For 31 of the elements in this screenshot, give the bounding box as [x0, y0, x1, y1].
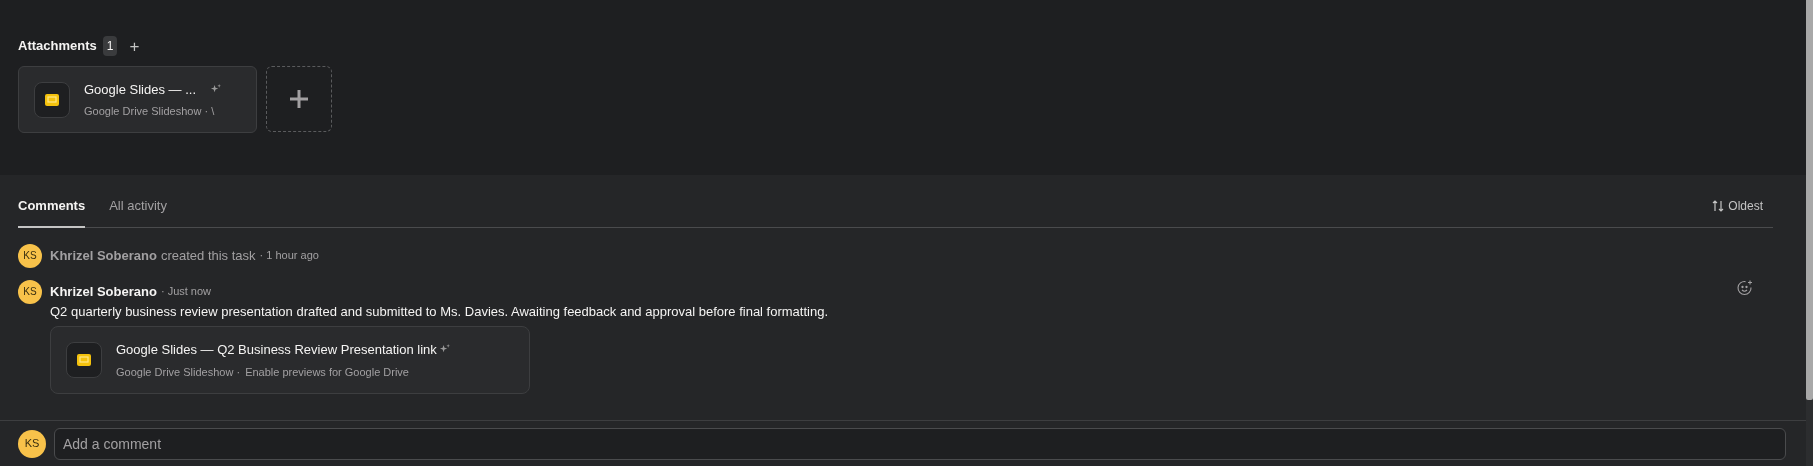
tab[interactable]: All activity	[109, 196, 167, 228]
event-text: created this task	[160, 246, 256, 265]
timestamp: · Just now	[160, 284, 212, 300]
enable-previews-link[interactable]: Enable previews for Google Drive	[245, 363, 409, 380]
avatar: KS	[18, 243, 42, 268]
attachment-title: Google Slides — Q2 Business Review Presentation link	[116, 341, 437, 359]
attachment-subtitle: Google Drive Slideshow ·	[116, 364, 241, 380]
sparkle-icon	[210, 83, 221, 95]
comment-text: Q2 quarterly business review presentation drafted and submitted to Ms. Davies. Awaiting feedback and approval before final formatting.	[50, 302, 830, 321]
avatar: KS	[18, 429, 46, 458]
count-badge: 1	[102, 36, 118, 56]
section-title: Attachments	[18, 37, 97, 56]
slides-icon	[34, 81, 70, 118]
attachment-subtitle: Google Drive Slideshow · \	[84, 104, 216, 119]
add-attachment-tile[interactable]	[266, 66, 332, 132]
add-attachment-button[interactable]: +	[129, 37, 140, 55]
slides-icon	[66, 342, 102, 378]
author-name[interactable]: Khrizel Soberano	[50, 245, 157, 266]
sort-icon	[1712, 199, 1725, 212]
attachment-card[interactable]: Google Slides — ... Google Drive Slideshow · \	[18, 66, 257, 133]
avatar: KS	[18, 279, 42, 304]
add-reaction-icon[interactable]	[1737, 279, 1753, 296]
sort-button[interactable]: Oldest	[1712, 196, 1763, 215]
plus-icon	[289, 89, 309, 109]
attachment-title: Google Slides — ...	[84, 80, 196, 99]
author-name[interactable]: Khrizel Soberano	[50, 281, 157, 302]
attachment-card[interactable]: Google Slides — Q2 Business Review Presentation link Google Drive Slideshow · Enable previews for Google Drive	[50, 326, 530, 394]
timestamp: · 1 hour ago	[259, 248, 319, 264]
tab[interactable]: Comments	[18, 196, 86, 228]
scrollbar[interactable]	[1806, 0, 1813, 466]
comment-input[interactable]: Add a comment	[54, 427, 1786, 460]
